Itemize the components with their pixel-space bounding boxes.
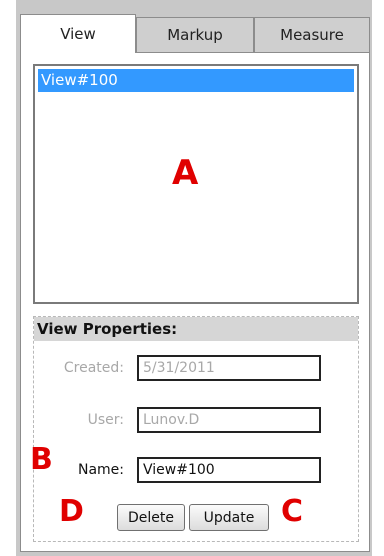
user-label: User: [87, 412, 124, 428]
callout-b: B [30, 442, 53, 477]
callout-c: C [281, 494, 304, 529]
tab-content: View#100 A View Properties: Created: 5/3… [20, 52, 370, 552]
created-field: 5/31/2011 [137, 355, 321, 381]
list-item[interactable]: View#100 [38, 69, 354, 92]
tab-bar: View Markup Measure [16, 14, 372, 53]
name-label: Name: [77, 462, 124, 478]
views-list[interactable]: View#100 A [33, 64, 359, 304]
callout-a: A [172, 153, 199, 193]
tab-view[interactable]: View [20, 14, 136, 53]
view-panel: View Markup Measure View#100 A View Prop… [16, 0, 372, 556]
callout-d: D [59, 494, 84, 529]
name-field[interactable] [137, 457, 321, 483]
delete-button[interactable]: Delete [117, 504, 185, 531]
created-label: Created: [63, 360, 124, 376]
view-properties-group: View Properties: Created: 5/31/2011 User… [30, 316, 359, 542]
user-field: Lunov.D [137, 407, 321, 433]
tab-measure[interactable]: Measure [254, 17, 370, 52]
tab-markup[interactable]: Markup [136, 17, 254, 52]
update-button[interactable]: Update [189, 504, 269, 531]
view-properties-header: View Properties: [34, 317, 358, 341]
